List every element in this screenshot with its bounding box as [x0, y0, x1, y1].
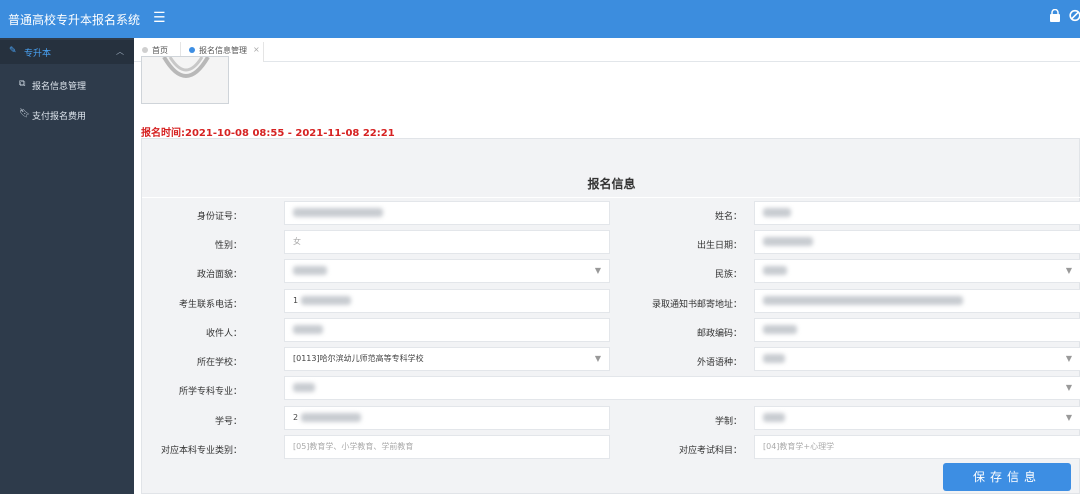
row-divider: [142, 197, 1080, 198]
id-number-field[interactable]: [284, 201, 610, 225]
chevron-down-icon: ▼: [594, 266, 601, 275]
app-title: 普通高校专升本报名系统: [8, 13, 141, 27]
registration-form: 报名信息 身份证号： 姓名： 性别： 女 出生日期： 政治面貌： ▼ 民族： ▼…: [141, 138, 1080, 494]
tab-status-dot: [142, 47, 148, 53]
label-recipient: 收件人：: [205, 329, 242, 339]
sidebar-item-registration-info[interactable]: ⧉ 报名信息管理: [0, 70, 134, 98]
label-name: 姓名：: [714, 212, 742, 222]
label-birth: 出生日期：: [696, 241, 742, 251]
student-no-field[interactable]: 2: [284, 406, 610, 430]
lock-icon[interactable]: [1049, 8, 1063, 23]
tab-label: 首页: [152, 46, 168, 55]
label-major: 所学专科专业：: [178, 387, 242, 397]
phone-value: 1: [293, 296, 299, 305]
chevron-down-icon: ▼: [1065, 383, 1072, 392]
edit-icon: ✎: [9, 46, 17, 56]
chevron-down-icon: ▼: [1065, 413, 1072, 422]
label-subject: 对应考试科目：: [678, 446, 742, 456]
label-category: 对应本科专业类别：: [160, 446, 242, 456]
tab-status-dot: [189, 47, 195, 53]
sidebar-item-label: 报名信息管理: [32, 82, 87, 92]
sidebar-item-label: 支付报名费用: [32, 112, 87, 122]
applicant-photo: [141, 56, 229, 104]
major-select[interactable]: ▼: [284, 376, 1080, 400]
label-language: 外语语种：: [696, 358, 742, 368]
recipient-field[interactable]: [284, 318, 610, 342]
registration-time: 报名时间:2021-10-08 08:55 - 2021-11-08 22:21: [141, 128, 395, 139]
school-value: [0113]哈尔滨幼儿师范高等专科学校: [293, 354, 424, 363]
close-icon[interactable]: ×: [253, 45, 260, 54]
language-select[interactable]: ▼: [754, 347, 1080, 371]
form-title: 报名信息: [587, 177, 636, 191]
address-field[interactable]: [754, 289, 1080, 313]
subject-field[interactable]: [04]教育学+心理学: [754, 435, 1080, 459]
chevron-down-icon: ▼: [594, 354, 601, 363]
sidebar-item-pay-fee[interactable]: 🔖︎ 支付报名费用: [0, 100, 134, 128]
tab-bar: 首页 报名信息管理 ×: [134, 38, 1080, 62]
label-student-no: 学号：: [214, 417, 242, 427]
sidebar-group-zhuanshengben[interactable]: ✎ 专升本 ︿: [0, 40, 134, 64]
label-political: 政治面貌：: [196, 270, 242, 280]
category-field[interactable]: [05]教育学、小学教育、学前教育: [284, 435, 610, 459]
label-school: 所在学校：: [196, 358, 242, 368]
political-status-select[interactable]: ▼: [284, 259, 610, 283]
system-select[interactable]: ▼: [754, 406, 1080, 430]
main-content: 报名时间:2021-10-08 08:55 - 2021-11-08 22:21…: [134, 56, 1080, 494]
ethnic-select[interactable]: ▼: [754, 259, 1080, 283]
chevron-down-icon: ▼: [1065, 266, 1072, 275]
birth-date-field[interactable]: [754, 230, 1080, 254]
label-postcode: 邮政编码：: [696, 329, 742, 339]
copy-icon: ⧉: [19, 79, 26, 89]
label-system: 学制：: [714, 417, 742, 427]
label-id-number: 身份证号：: [196, 212, 242, 222]
name-field[interactable]: [754, 201, 1080, 225]
school-select[interactable]: [0113]哈尔滨幼儿师范高等专科学校 ▼: [284, 347, 610, 371]
label-phone: 考生联系电话：: [178, 300, 242, 310]
bookmark-icon: 🔖︎: [19, 109, 31, 119]
sidebar-group-label: 专升本: [24, 49, 52, 59]
label-gender: 性别：: [214, 241, 242, 251]
chevron-down-icon: ▼: [1065, 354, 1072, 363]
student-no-value: 2: [293, 413, 299, 422]
top-bar: 普通高校专升本报名系统 ☰: [0, 0, 1080, 38]
chevron-up-icon: ︿: [116, 47, 124, 56]
label-address: 录取通知书邮寄地址：: [651, 300, 742, 310]
ban-icon[interactable]: [1069, 9, 1080, 23]
phone-field[interactable]: 1: [284, 289, 610, 313]
menu-icon[interactable]: ☰: [153, 10, 166, 26]
postcode-field[interactable]: [754, 318, 1080, 342]
tab-label: 报名信息管理: [199, 46, 247, 55]
label-ethnic: 民族：: [714, 270, 742, 280]
save-button-bottom[interactable]: 保存信息: [943, 463, 1071, 491]
gender-field[interactable]: 女: [284, 230, 610, 254]
